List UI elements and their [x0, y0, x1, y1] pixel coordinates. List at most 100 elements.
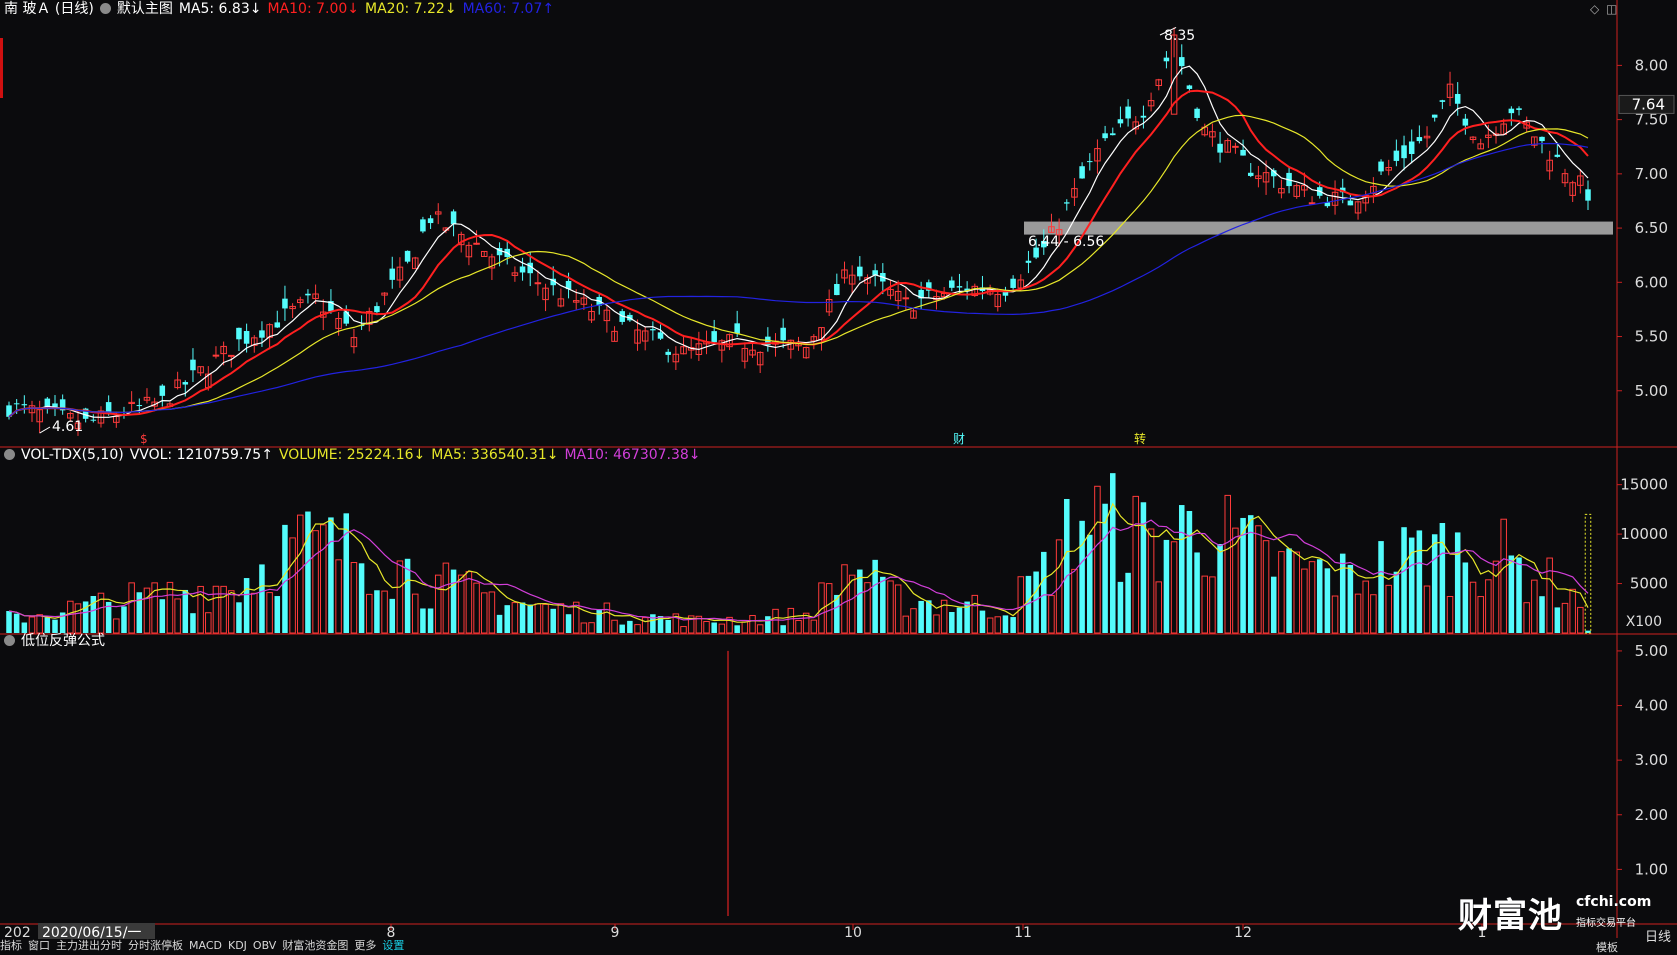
candle-body — [1232, 145, 1239, 148]
candle-body — [21, 404, 28, 406]
candle-body — [450, 211, 457, 225]
window-accent — [0, 38, 3, 98]
volume-bar — [1301, 568, 1308, 634]
indicator-tick-label: 4.00 — [1635, 697, 1668, 715]
template-button[interactable]: 模板 — [1596, 939, 1618, 955]
volume-bar — [328, 517, 334, 633]
period-label[interactable]: 日线 — [1645, 926, 1671, 945]
candle-body — [1125, 106, 1131, 119]
volume-bar — [274, 596, 281, 633]
volume-bar — [1094, 485, 1101, 634]
tab-3[interactable]: 分时涨停板 — [128, 939, 183, 952]
volume-bar — [519, 602, 526, 633]
volume-bar — [926, 600, 932, 633]
volume-bar — [488, 591, 496, 634]
volume-bar — [1477, 596, 1484, 634]
volume-bar — [841, 564, 848, 634]
volume-bar — [641, 617, 649, 634]
vma10-legend: MA10: 467307.38↓ — [564, 447, 701, 463]
volume-bar — [1041, 551, 1047, 633]
volume-bar — [1079, 520, 1085, 633]
candle-body — [1163, 57, 1170, 62]
volume-bar — [1217, 544, 1223, 633]
candle-body — [1401, 145, 1407, 159]
volume-bar — [810, 619, 818, 634]
candle-body — [780, 327, 786, 341]
volume-bar — [13, 613, 20, 633]
volume-bar — [1416, 530, 1423, 633]
candle-body — [949, 280, 955, 288]
tab-4[interactable]: MACD — [189, 939, 222, 952]
watermark-domain: cfchi.com — [1576, 894, 1652, 910]
volume-bar — [450, 569, 457, 633]
tab-9[interactable]: 设置 — [382, 939, 404, 952]
volume-bar — [1048, 595, 1055, 634]
volume-bar — [857, 569, 863, 633]
tab-2[interactable]: 主力进出分时 — [56, 939, 122, 952]
tab-7[interactable]: 财富池资金图 — [282, 939, 348, 952]
volume-bar — [1324, 568, 1331, 633]
volume-bar — [1393, 571, 1400, 633]
candle-body — [274, 322, 281, 328]
volume-bar — [442, 562, 450, 634]
volume-bar — [749, 615, 756, 634]
chart-canvas[interactable]: 8.354.616.44 - 6.56$ 财转8.007.507.006.506.… — [0, 0, 1677, 952]
low-label: 4.61 — [52, 419, 83, 435]
volume-bar — [1125, 572, 1131, 633]
volume-bar — [772, 608, 779, 634]
ma60-line — [8, 142, 1589, 418]
main-chart-label[interactable]: 默认主图 — [117, 1, 173, 17]
watermark-logo: 财富池 — [1458, 896, 1563, 936]
volume-bar — [619, 624, 625, 633]
tab-6[interactable]: OBV — [253, 939, 276, 952]
indicator-name[interactable]: 低位反弹公式 — [21, 633, 105, 649]
dropdown-icon[interactable] — [99, 3, 111, 14]
candle-body — [1462, 118, 1469, 126]
volume-bar — [1033, 571, 1039, 633]
vol-name[interactable]: VOL-TDX(5,10) — [21, 447, 124, 463]
volume-bar — [1255, 525, 1262, 634]
candle-body — [1002, 292, 1009, 296]
candle-body — [1079, 166, 1085, 179]
volume-bar — [457, 574, 465, 634]
support-band — [1024, 221, 1613, 235]
dropdown-icon[interactable] — [4, 635, 15, 646]
tab-8[interactable]: 更多 — [354, 939, 376, 952]
candle-body — [1378, 161, 1384, 172]
tab-1[interactable]: 窗口 — [28, 939, 50, 952]
candle-body — [734, 323, 740, 334]
ma10-legend: MA10: 7.00↓ — [267, 1, 360, 17]
volume-bar — [1561, 602, 1569, 634]
volume-bar — [741, 621, 749, 634]
volume-bar — [1201, 575, 1209, 634]
volume-bar — [504, 605, 510, 633]
volume-bar — [1117, 581, 1124, 633]
volume-bar — [1110, 473, 1116, 633]
tab-0[interactable]: 指标 — [0, 939, 22, 952]
volume-bar — [128, 582, 135, 634]
tab-5[interactable]: KDJ — [228, 939, 247, 952]
ma10-line — [8, 89, 1589, 418]
volume-bar — [1147, 528, 1155, 634]
volume-bar — [880, 576, 886, 633]
stock-title[interactable]: 南 玻Ａ (日线) — [4, 1, 94, 17]
volume-bar — [1431, 534, 1438, 633]
volume-bar — [297, 514, 304, 634]
volume-bar — [1569, 588, 1576, 634]
volume-bar — [1186, 510, 1193, 633]
volume-tick-label: 10000 — [1620, 525, 1668, 543]
volume-bar — [603, 602, 611, 634]
candle-body — [374, 306, 380, 313]
volume-bar — [1293, 551, 1300, 634]
dropdown-icon[interactable] — [4, 449, 15, 460]
volume-bar — [212, 585, 220, 634]
candle-body — [90, 419, 97, 421]
volume-bar — [734, 625, 740, 633]
volume-bar — [121, 606, 127, 633]
volume-bar — [420, 608, 426, 633]
volume-bar — [473, 582, 480, 634]
volume-bar — [259, 564, 265, 633]
volume-bar — [374, 590, 380, 633]
candle-body — [182, 382, 189, 385]
candle-body — [1431, 114, 1438, 118]
